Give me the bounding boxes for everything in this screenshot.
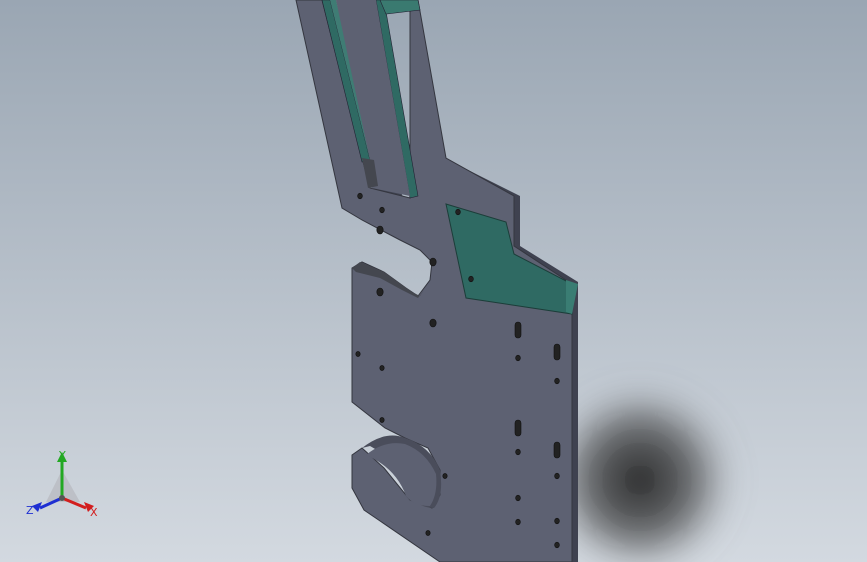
hole	[554, 541, 560, 549]
hole	[515, 448, 521, 456]
graphics-viewport[interactable]: Y X Z	[0, 0, 867, 562]
slot-hole	[553, 441, 561, 459]
hole	[429, 257, 437, 267]
hole	[357, 192, 363, 200]
hole	[442, 473, 448, 479]
hole	[455, 208, 461, 216]
model-scene[interactable]	[0, 0, 867, 562]
hole	[376, 287, 384, 297]
slot-hole	[553, 343, 561, 361]
hole	[379, 365, 385, 371]
hole	[425, 530, 431, 536]
slot-hole	[514, 419, 522, 437]
hole	[554, 472, 560, 480]
hole	[554, 517, 560, 525]
orientation-triad[interactable]: Y X Z	[22, 446, 112, 526]
triad-origin	[59, 495, 65, 501]
x-axis-label: X	[90, 506, 98, 519]
hole	[376, 225, 384, 235]
hole	[515, 494, 521, 502]
hole	[515, 518, 521, 526]
hole	[554, 377, 560, 385]
hole	[355, 351, 361, 357]
hole	[379, 206, 385, 214]
y-axis-label: Y	[58, 449, 66, 462]
z-axis-label: Z	[26, 504, 34, 517]
hole	[515, 354, 521, 362]
hole	[429, 318, 437, 328]
hole	[379, 417, 385, 423]
slot-hole	[514, 321, 522, 339]
hole	[468, 275, 474, 283]
